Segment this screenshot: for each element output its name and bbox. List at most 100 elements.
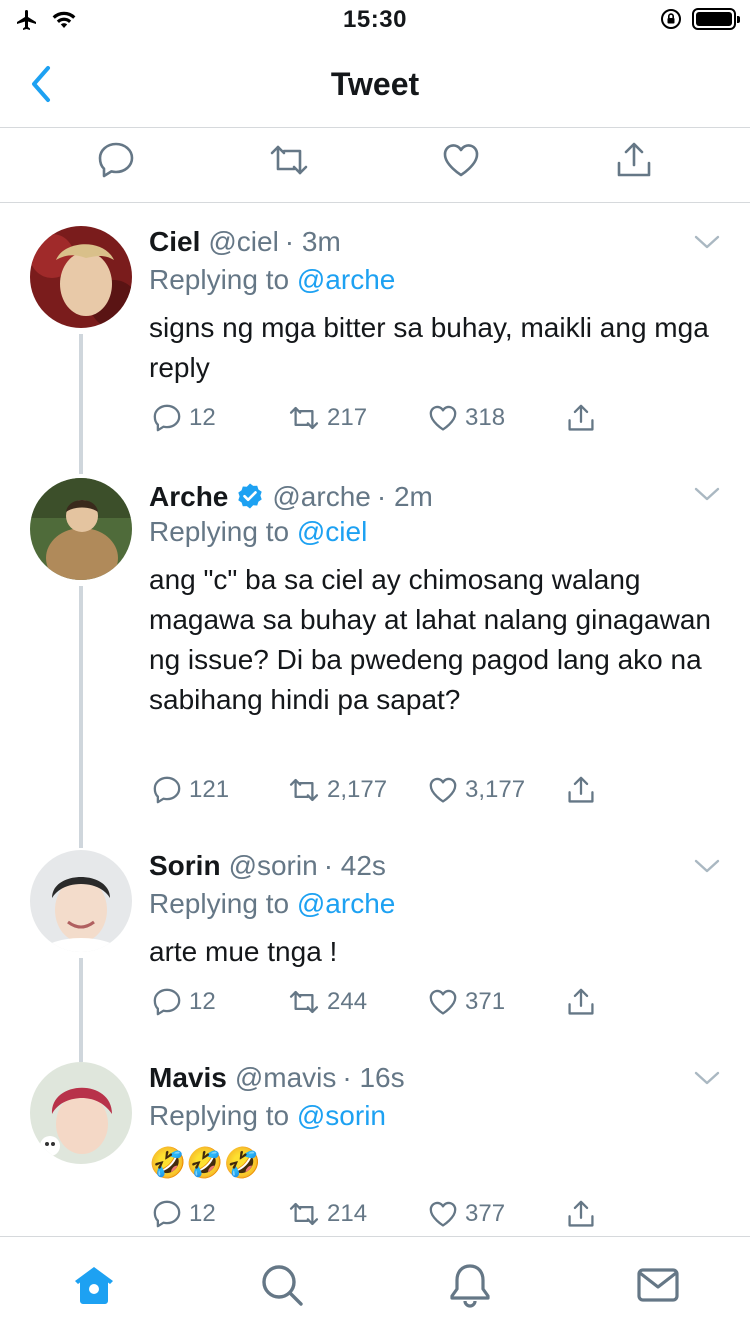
reply-icon [153,988,181,1016]
reply-icon [153,404,181,432]
timestamp: · 3m [284,226,341,257]
like-button[interactable]: 318 [427,402,505,434]
reply-tweet[interactable]: Mavis @mavis · 16s Replying to @sorin 🤣🤣… [0,1062,750,1238]
timestamp: · 42s [323,850,386,881]
home-icon[interactable] [70,1261,118,1309]
share-button[interactable] [565,402,597,434]
retweet-icon [289,778,319,802]
retweet-button[interactable]: 244 [287,986,367,1018]
heart-icon [429,989,457,1015]
share-icon [568,1200,594,1227]
nav-bar: Tweet [0,40,750,128]
retweet-button[interactable]: 217 [287,402,367,434]
chevron-down-icon[interactable] [692,484,722,504]
reply-tweet[interactable]: Ciel @ciel · 3m Replying to @arche signs… [0,226,750,474]
heart-icon [429,1201,457,1227]
share-button[interactable] [565,1198,597,1230]
notifications-icon[interactable] [446,1261,494,1309]
share-icon [568,404,594,431]
retweet-icon[interactable] [268,139,310,181]
reply-button[interactable]: 12 [151,1198,216,1230]
thread-line [79,334,83,474]
display-name[interactable]: Sorin [149,850,221,882]
thread-line [79,958,83,1062]
replying-to: Replying to @sorin [149,1100,386,1131]
chevron-down-icon[interactable] [692,232,722,252]
timestamp: · 2m [376,481,433,512]
share-icon[interactable] [613,139,655,181]
main-tweet-actions [0,129,750,203]
page-title: Tweet [330,66,420,102]
user-handle: @mavis [234,1062,337,1093]
like-button[interactable]: 377 [427,1198,505,1230]
share-button[interactable] [565,986,597,1018]
like-count: 3,177 [465,776,526,803]
reply-button[interactable]: 12 [151,986,216,1018]
reply-tweet[interactable]: Sorin @sorin · 42s Replying to @arche ar… [0,850,750,1062]
tweet-actions: 12 217 318 [149,402,609,438]
heart-icon[interactable] [440,139,482,181]
avatar[interactable] [30,1062,132,1164]
replying-to: Replying to @ciel [149,516,368,547]
retweet-icon [289,406,319,430]
retweet-count: 214 [327,1200,368,1227]
like-count: 371 [465,988,506,1015]
retweet-button[interactable]: 214 [287,1198,367,1230]
share-button[interactable] [565,774,597,806]
retweet-count: 217 [327,404,368,431]
reply-icon[interactable] [95,139,137,181]
status-time: 15:30 [343,6,407,33]
messages-icon[interactable] [634,1261,682,1309]
mention-link[interactable]: @sorin [297,1100,386,1131]
reply-count: 12 [189,988,216,1015]
reply-count: 12 [189,404,216,431]
reply-count: 12 [189,1200,216,1227]
like-button[interactable]: 3,177 [427,774,525,806]
avatar[interactable] [30,226,132,328]
chevron-down-icon[interactable] [692,1068,722,1088]
replying-to: Replying to @arche [149,264,396,295]
display-name[interactable]: Ciel [149,226,200,258]
verified-badge-icon [238,483,263,509]
reply-icon [153,776,181,804]
tweet-actions: 12 214 377 [149,1198,609,1234]
like-count: 377 [465,1200,506,1227]
replying-to: Replying to @arche [149,888,396,919]
reply-button[interactable]: 12 [151,402,216,434]
battery-icon [692,8,740,30]
tab-bar [0,1236,750,1334]
share-icon [568,988,594,1015]
status-bar: 15:30 [0,0,750,40]
user-handle: @arche [272,481,371,512]
display-name[interactable]: Arche [149,481,228,513]
retweet-icon [289,990,319,1014]
mention-link[interactable]: @ciel [297,516,367,547]
user-handle: @ciel [208,226,279,257]
avatar[interactable] [30,850,132,952]
retweet-count: 2,177 [327,776,388,803]
retweet-button[interactable]: 2,177 [287,774,387,806]
display-name[interactable]: Mavis [149,1062,227,1094]
tweet-text: arte mue tnga ! [149,936,338,967]
reply-tweet[interactable]: Arche @arche · 2m Replying to @ciel ang … [0,478,750,848]
mention-link[interactable]: @arche [297,888,395,919]
tweet-text: ang "c" ba sa ciel ay chimosang walang m… [149,564,711,715]
retweet-icon [289,1202,319,1226]
like-count: 318 [465,404,506,431]
reply-count: 121 [189,776,230,803]
thread-line [79,586,83,848]
tweet-actions: 121 2,177 3,177 [149,774,609,810]
reply-icon [153,1200,181,1228]
avatar[interactable] [30,478,132,580]
tweet-text: signs ng mga bitter sa buhay, maikli ang… [149,312,709,383]
mention-link[interactable]: @arche [297,264,395,295]
heart-icon [429,777,457,803]
retweet-count: 244 [327,988,368,1015]
search-icon[interactable] [258,1261,306,1309]
chevron-down-icon[interactable] [692,856,722,876]
share-icon [568,776,594,803]
like-button[interactable]: 371 [427,986,505,1018]
orientation-lock-icon [661,9,681,29]
reply-button[interactable]: 121 [151,774,229,806]
heart-icon [429,405,457,431]
